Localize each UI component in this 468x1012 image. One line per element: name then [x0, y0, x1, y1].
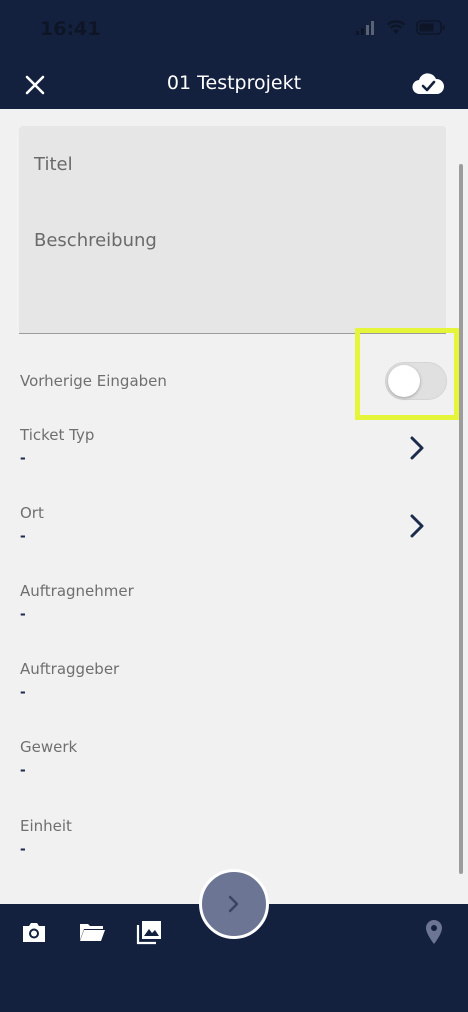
- contractor-label: Auftragnehmer: [20, 582, 134, 600]
- row-client[interactable]: Auftraggeber -: [20, 660, 440, 702]
- signal-icon: [356, 20, 374, 35]
- scrollbar[interactable]: [459, 164, 463, 874]
- trade-label: Gewerk: [20, 738, 78, 756]
- wifi-icon: [386, 20, 406, 34]
- trade-value: -: [20, 760, 26, 779]
- chevron-right-icon[interactable]: [410, 514, 424, 538]
- location-pin-icon[interactable]: [420, 918, 448, 946]
- row-unit[interactable]: Einheit -: [20, 817, 440, 859]
- next-button[interactable]: [199, 869, 269, 939]
- app-header: 16:41 01 Testprojekt: [0, 0, 468, 109]
- chevron-right-icon[interactable]: [410, 436, 424, 460]
- client-value: -: [20, 682, 26, 701]
- page-title: 01 Testprojekt: [166, 72, 302, 94]
- gallery-icon[interactable]: [135, 918, 163, 946]
- previous-entries-toggle[interactable]: [385, 362, 447, 400]
- row-ticket-type[interactable]: Ticket Typ -: [20, 426, 440, 468]
- form-content: Titel Beschreibung Vorherige Eingaben Ti…: [0, 109, 468, 904]
- row-trade[interactable]: Gewerk -: [20, 738, 440, 780]
- unit-label: Einheit: [20, 817, 72, 835]
- row-location[interactable]: Ort -: [20, 504, 440, 546]
- previous-entries-label: Vorherige Eingaben: [20, 372, 167, 390]
- ticket-type-label: Ticket Typ: [20, 426, 95, 444]
- title-field-label: Titel: [34, 154, 73, 175]
- contractor-value: -: [20, 604, 26, 623]
- row-contractor[interactable]: Auftragnehmer -: [20, 582, 440, 624]
- status-icons: [356, 20, 446, 35]
- status-time: 16:41: [40, 18, 101, 40]
- description-field-label: Beschreibung: [34, 230, 157, 251]
- title-field[interactable]: Titel: [19, 126, 446, 202]
- cloud-check-icon[interactable]: [412, 70, 444, 98]
- location-label: Ort: [20, 504, 44, 522]
- location-value: -: [20, 526, 26, 545]
- client-label: Auftraggeber: [20, 660, 120, 678]
- unit-value: -: [20, 839, 26, 858]
- battery-icon: [416, 20, 445, 35]
- ticket-type-value: -: [20, 448, 26, 467]
- chevron-right-icon: [228, 895, 239, 913]
- toggle-knob: [388, 365, 420, 397]
- camera-icon[interactable]: [20, 918, 48, 946]
- description-field[interactable]: Beschreibung: [19, 201, 446, 334]
- folder-icon[interactable]: [78, 918, 106, 946]
